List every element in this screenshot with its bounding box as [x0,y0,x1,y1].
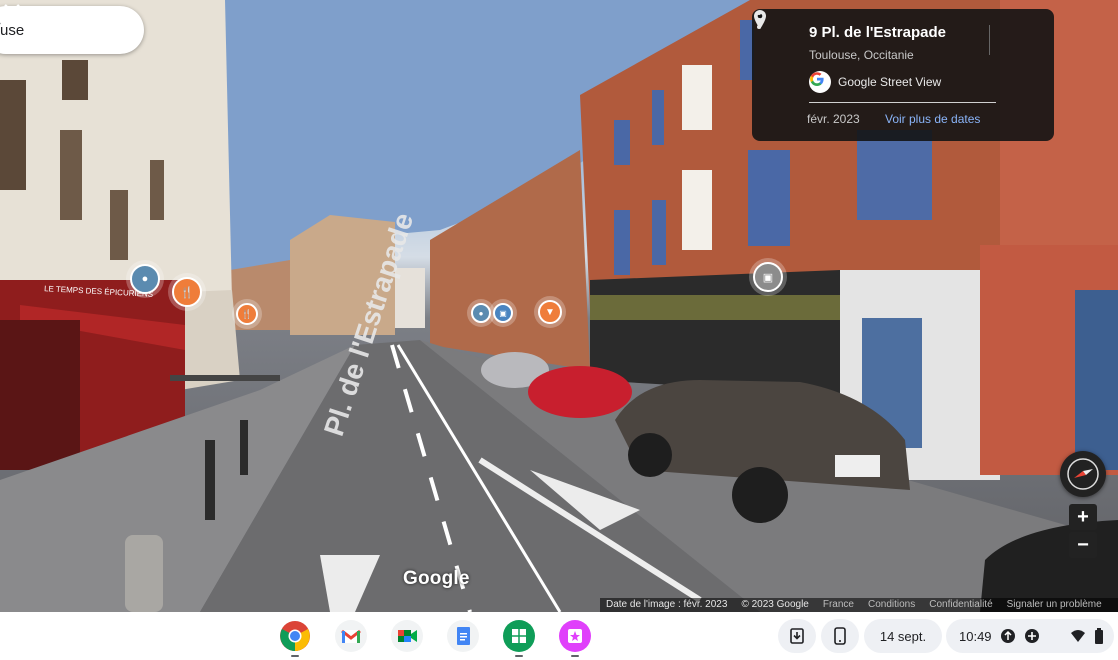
time-label: 10:49 [959,628,992,644]
shopping-bag-icon[interactable]: ▣ [753,262,783,292]
more-dates-link[interactable]: Voir plus de dates [885,112,980,126]
terms-link[interactable]: Conditions [868,599,915,612]
imagery-source: Google Street View [838,75,942,89]
more-options-icon[interactable] [752,9,766,31]
sheets-icon[interactable] [503,620,535,652]
copyright-label: © 2023 Google [741,599,809,610]
close-icon[interactable] [0,0,24,24]
jamboard-icon[interactable] [559,620,591,652]
search-input[interactable]: use [0,22,24,39]
report-problem-link[interactable]: Signaler un problème [1007,599,1102,612]
restaurant-icon[interactable]: 🍴 [236,303,258,325]
country-link[interactable]: France [823,599,854,612]
running-indicator [515,655,523,657]
phone-hub-button[interactable] [821,619,859,653]
phone-icon [834,627,846,645]
date-tray[interactable]: 14 sept. [864,619,942,653]
docs-icon[interactable] [447,620,479,652]
wifi-icon [1070,630,1085,642]
holding-space-button[interactable] [778,619,816,653]
google-logo-icon [809,71,831,93]
meet-icon[interactable] [391,620,423,652]
gmail-icon[interactable] [335,620,367,652]
zoom-out-button[interactable]: − [1069,532,1097,558]
map-pin-icon[interactable]: ● [471,303,491,323]
card-separator [989,25,990,55]
running-indicator [571,655,579,657]
location-info-card: 9 Pl. de l'Estrapade Toulouse, Occitanie… [752,9,1054,141]
chromeos-shelf: 14 sept. 10:49 [0,612,1118,660]
google-watermark: Google [403,568,470,589]
status-area[interactable]: 10:49 [946,619,1114,653]
download-tray-icon [790,628,804,644]
date-label: 14 sept. [879,628,927,644]
address-subtitle: Toulouse, Occitanie [809,48,914,62]
street-view-panorama[interactable]: Pl. de l'Estrapade LE TEMPS DES ÉPICURIE… [0,0,1118,612]
zoom-in-button[interactable]: + [1069,504,1097,530]
privacy-link[interactable]: Confidentialité [929,599,992,612]
restaurant-icon[interactable]: 🍴 [172,277,202,307]
address-title: 9 Pl. de l'Estrapade [809,24,946,41]
running-indicator [291,655,299,657]
attribution-bar: Date de l'image : févr. 2023 © 2023 Goog… [600,598,1118,612]
upload-status-icon [1000,629,1015,643]
image-date-label: Date de l'image : févr. 2023 [606,599,728,610]
bar-icon[interactable]: ▼ [538,300,562,324]
car-2 [528,366,632,418]
compass-icon[interactable] [1060,451,1106,497]
map-pin-icon[interactable]: ● [130,264,160,294]
shopping-icon[interactable]: ▣ [493,303,513,323]
card-divider [809,102,996,103]
capture-date: févr. 2023 [807,112,860,126]
add-status-icon [1024,629,1039,643]
chrome-icon[interactable] [279,620,311,652]
battery-icon [1094,628,1103,644]
